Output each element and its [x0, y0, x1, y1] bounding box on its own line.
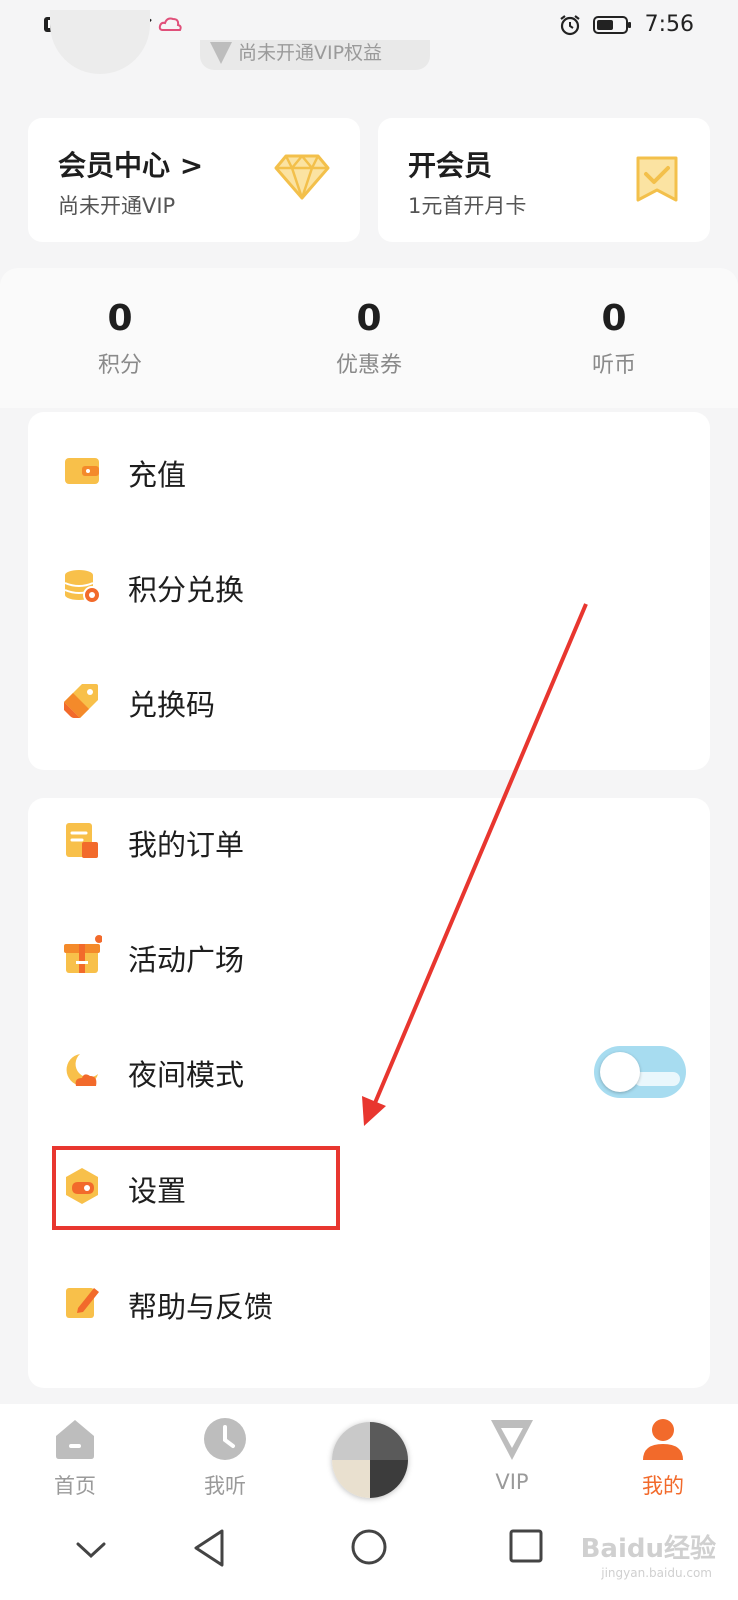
home-button-icon[interactable]: [350, 1528, 388, 1566]
tab-vip[interactable]: VIP: [452, 1404, 572, 1506]
settings-highlight-box: [52, 1146, 340, 1230]
mini-player-cover[interactable]: [332, 1422, 408, 1498]
open-member-subtitle: 1元首开月卡: [408, 194, 527, 218]
tab-listening[interactable]: 我听: [165, 1404, 285, 1506]
menu-item-activity-plaza[interactable]: 活动广场: [28, 903, 710, 1003]
tab-label-mine: 我的: [642, 1474, 684, 1498]
menu-group-account: 我的订单 活动广场 夜间模式 设置 帮助与反馈: [28, 798, 710, 1388]
stat-coupons-value: 0: [356, 298, 382, 339]
menu-label-recharge: 充值: [128, 458, 187, 492]
menu-group-wallet: 充值 积分兑换 兑换码: [28, 412, 710, 770]
feedback-icon: [66, 1288, 99, 1318]
tab-label-vip: VIP: [495, 1470, 529, 1494]
tab-label-home: 首页: [54, 1474, 96, 1498]
back-icon[interactable]: [192, 1528, 226, 1568]
recent-apps-icon[interactable]: [508, 1528, 544, 1564]
stat-points-label: 积分: [97, 353, 142, 378]
gift-icon: [64, 935, 102, 973]
battery-icon: [592, 15, 631, 34]
status-time: 7:56: [644, 12, 694, 37]
menu-item-redeem-code[interactable]: 兑换码: [28, 648, 710, 748]
menu-label-redeem-code: 兑换码: [128, 688, 216, 722]
toggle-knob: [600, 1052, 640, 1092]
moon-icon: [66, 1054, 98, 1086]
menu-label-activity-plaza: 活动广场: [128, 943, 245, 977]
menu-item-my-orders[interactable]: 我的订单: [28, 788, 710, 888]
menu-label-night-mode: 夜间模式: [128, 1058, 245, 1092]
tab-home[interactable]: 首页: [15, 1404, 135, 1506]
tab-label-listening: 我听: [204, 1474, 246, 1498]
baidu-watermark-url: jingyan.baidu.com: [601, 1566, 712, 1580]
stat-points-value: 0: [107, 298, 133, 339]
menu-label-my-orders: 我的订单: [128, 828, 245, 862]
cover-tile: [332, 1460, 370, 1498]
user-avatar[interactable]: [50, 10, 150, 74]
cover-tile: [370, 1422, 408, 1460]
person-icon: [643, 1419, 683, 1460]
open-member-title: 开会员: [408, 149, 493, 182]
tab-mine[interactable]: 我的: [603, 1404, 723, 1506]
vip-status-text: 尚未开通VIP权益: [238, 42, 383, 64]
member-center-subtitle: 尚未开通VIP: [58, 194, 176, 218]
menu-item-help-feedback[interactable]: 帮助与反馈: [28, 1250, 710, 1350]
toggle-cloud-decoration: [634, 1072, 680, 1086]
stat-coupons[interactable]: 0 优惠券: [289, 298, 449, 379]
stats-panel: 0 积分 0 优惠券 0 听币: [0, 268, 738, 408]
stat-points[interactable]: 0 积分: [40, 298, 200, 379]
vip-status-pill[interactable]: 尚未开通VIP权益: [200, 40, 430, 70]
clock-icon: [204, 1418, 246, 1460]
vip-icon: [491, 1420, 533, 1460]
diamond-icon: [274, 154, 330, 200]
membership-card-icon: [636, 156, 678, 202]
menu-label-help-feedback: 帮助与反馈: [128, 1290, 274, 1324]
order-icon: [66, 823, 98, 858]
menu-item-night-mode[interactable]: 夜间模式: [28, 1018, 710, 1118]
vip-badge-icon: [210, 42, 232, 64]
home-icon: [56, 1420, 94, 1459]
cover-tile: [332, 1422, 370, 1460]
stat-coins[interactable]: 0 听币: [534, 298, 694, 379]
stat-coupons-label: 优惠券: [335, 353, 402, 378]
coins-icon: [64, 570, 101, 604]
menu-item-recharge[interactable]: 充值: [28, 418, 710, 518]
tag-icon: [64, 684, 98, 718]
stat-coins-value: 0: [601, 298, 627, 339]
member-center-card[interactable]: 会员中心 > 尚未开通VIP: [28, 118, 360, 242]
chevron-down-icon[interactable]: [76, 1542, 106, 1560]
wallet-icon: [65, 458, 99, 484]
night-mode-toggle[interactable]: [594, 1046, 686, 1098]
stat-coins-label: 听币: [591, 353, 636, 378]
member-center-title: 会员中心 >: [58, 149, 204, 182]
menu-label-points-exchange: 积分兑换: [128, 573, 245, 607]
cover-tile: [370, 1460, 408, 1498]
open-member-card[interactable]: 开会员 1元首开月卡: [378, 118, 710, 242]
cloud-app-icon: [158, 17, 182, 31]
menu-item-points-exchange[interactable]: 积分兑换: [28, 533, 710, 633]
status-icons-right: 7:56: [559, 12, 694, 37]
alarm-icon: [559, 14, 580, 35]
baidu-watermark: Baidu经验: [580, 1534, 716, 1564]
